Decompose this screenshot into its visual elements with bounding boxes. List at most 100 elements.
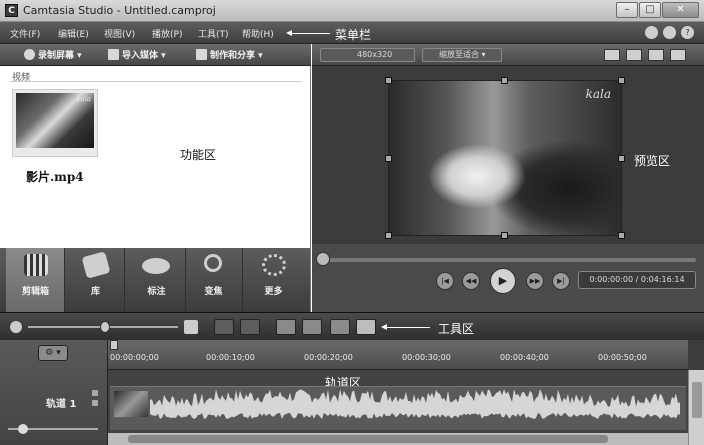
thumbnail-watermark: kala [76,95,91,103]
menu-tools[interactable]: 工具(T) [198,27,229,40]
vertical-scrollbar[interactable] [688,370,704,445]
resize-handle[interactable] [385,232,392,239]
timeline-settings-button[interactable]: ⚙ ▾ [38,345,68,361]
menu-bar-callout: 菜单栏 [335,28,372,42]
help-icon[interactable]: ? [681,26,694,39]
timeline-panel: ⚙ ▾ 轨道 1 00:00:00;00 00:00:10;00 00:00:2… [0,340,704,445]
time-readout: 0:00:00:00 / 0:04:16:14 [578,271,696,289]
folder-icon [108,49,119,60]
resize-handle[interactable] [385,77,392,84]
paste-button[interactable] [356,319,376,335]
resize-handle[interactable] [501,77,508,84]
resize-handle[interactable] [501,232,508,239]
import-media-button[interactable]: 导入媒体 ▾ [108,48,166,61]
clip-bin-panel: 视频 kala 影片.mp4 功能区 [0,66,311,248]
tab-clip-bin-label: 剪辑箱 [21,287,49,297]
zoom-fit-dropdown[interactable]: 缩放至适合 ▾ [422,48,502,62]
menu-edit[interactable]: 编辑(E) [58,27,89,40]
function-area-callout: 功能区 [180,148,217,162]
tab-more[interactable]: 更多 [244,248,303,312]
jump-start-button[interactable]: |◀ [436,272,454,290]
fast-forward-button[interactable]: ▶▶ [526,272,544,290]
waveform-path [150,389,680,419]
media-toolbar: 录制屏幕 ▾ 导入媒体 ▾ 制作和分享 ▾ [0,44,311,66]
menu-callout-arrow [290,33,330,34]
film-strip-icon [24,254,48,276]
timeline-toolbar [0,312,704,340]
cut-button[interactable] [276,319,296,335]
fullscreen-icon[interactable] [648,49,664,61]
track-height-knob[interactable] [18,424,28,434]
horizontal-scrollbar[interactable] [108,433,688,445]
tick-label: 00:00:10;00 [206,353,255,362]
menu-file[interactable]: 文件(F) [10,27,40,40]
tick-label: 00:00:40;00 [500,353,549,362]
horizontal-scroll-thumb[interactable] [128,435,608,443]
record-screen-label: 录制屏幕 ▾ [38,51,82,61]
import-media-label: 导入媒体 ▾ [122,51,166,61]
tab-more-label: 更多 [264,287,283,297]
lock-icon[interactable] [92,400,98,406]
tab-library[interactable]: 库 [66,248,125,312]
tab-clip-bin[interactable]: 剪辑箱 [6,248,65,312]
resize-handle[interactable] [385,155,392,162]
menu-play[interactable]: 播放(P) [152,27,182,40]
visibility-icon[interactable] [92,390,98,396]
tab-zoom[interactable]: 变焦 [184,248,243,312]
detach-icon[interactable] [670,49,686,61]
tab-callouts-label: 标注 [147,287,166,297]
speech-bubble-icon [142,258,170,274]
vertical-scroll-thumb[interactable] [692,382,702,418]
scrubber-knob[interactable] [316,252,330,266]
playhead[interactable] [110,340,118,350]
crop-icon[interactable] [626,49,642,61]
library-icon [81,251,111,279]
title-bar: C Camtasia Studio - Untitled.camproj – □… [0,0,704,22]
canvas-dimensions-dropdown[interactable]: 480x320 [320,48,415,62]
magnifier-icon [204,254,222,272]
close-button[interactable]: ✕ [662,2,699,18]
time-ruler[interactable]: 00:00:00;00 00:00:10;00 00:00:20;00 00:0… [108,340,688,370]
menu-view[interactable]: 视图(V) [104,27,135,40]
bell-icon[interactable] [645,26,658,39]
menu-help[interactable]: 帮助(H) [242,27,274,40]
zoom-in-icon[interactable] [184,320,198,334]
clip-bin-divider [10,81,302,82]
redo-button[interactable] [240,319,260,335]
resize-handle[interactable] [618,155,625,162]
preview-canvas[interactable]: kala 预览区 [312,66,704,244]
track-controls [92,390,100,412]
tab-callouts[interactable]: 标注 [127,248,186,312]
undo-button[interactable] [214,319,234,335]
split-button[interactable] [302,319,322,335]
record-screen-button[interactable]: 录制屏幕 ▾ [24,48,82,61]
resize-handle[interactable] [618,232,625,239]
rewind-button[interactable]: ◀◀ [462,272,480,290]
track-header-column: ⚙ ▾ 轨道 1 [0,340,108,445]
media-clip-thumbnail: kala [16,93,94,148]
minimize-button[interactable]: – [616,2,638,18]
play-button[interactable]: ▶ [490,268,516,294]
tick-label: 00:00:00;00 [110,353,159,362]
record-icon [24,49,35,60]
lightbulb-icon[interactable] [663,26,676,39]
audio-waveform [150,389,680,419]
jump-end-button[interactable]: ▶| [552,272,570,290]
tools-area-callout: 工具区 [438,322,475,336]
playback-scrubber[interactable] [320,258,696,262]
zoom-out-icon[interactable] [10,321,22,333]
preview-panel: 480x320 缩放至适合 ▾ kala 预览区 |◀ ◀◀ ▶ ▶▶ ▶| 0… [312,44,704,312]
copy-button[interactable] [330,319,350,335]
resize-handle[interactable] [618,77,625,84]
produce-share-button[interactable]: 制作和分享 ▾ [196,48,263,61]
camtasia-app-icon: C [5,4,18,17]
camera-icon[interactable] [604,49,620,61]
preview-area-callout: 预览区 [634,154,671,168]
tick-label: 00:00:30;00 [402,353,451,362]
tab-zoom-label: 变焦 [204,287,223,297]
zoom-slider-knob[interactable] [100,321,110,333]
maximize-button[interactable]: □ [639,2,661,18]
video-frame[interactable]: kala [388,80,622,236]
media-clip-card[interactable]: kala [12,89,98,157]
timeline-clip[interactable] [110,386,686,430]
